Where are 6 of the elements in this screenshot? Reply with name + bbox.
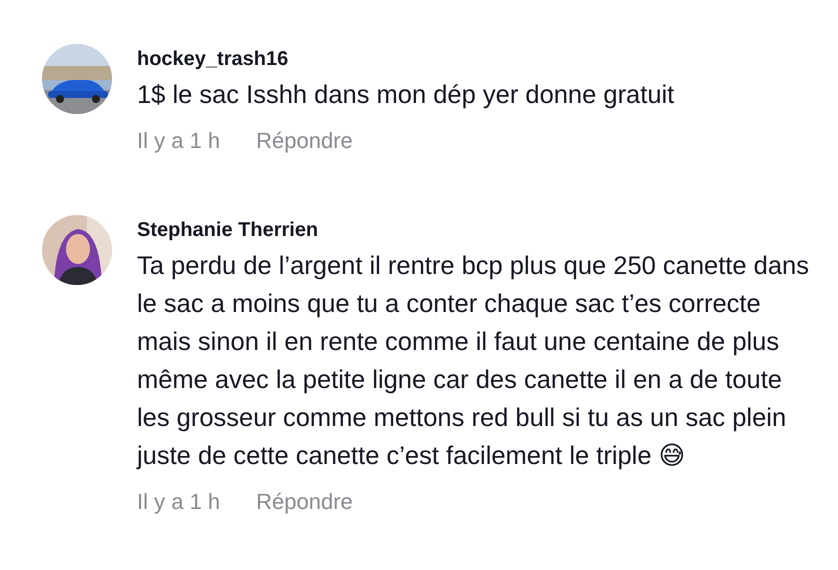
timestamp: Il y a 1 h	[137, 488, 220, 516]
comment-text: 1$ le sac Isshh dans mon dép yer donne gratuit	[137, 80, 674, 111]
username[interactable]: Stephanie Therrien	[137, 217, 818, 243]
comment-text: Ta perdu de l’argent il rentre bcp plus que 250 canette dans le sac a moins que tu a conter chaque sac t’es correcte mais sinon il en rente comme il faut une centaine de plus même avec la petite ligne car des canette il en a de toute les grosseur comme mettons red bull si tu as un sac plein juste de cette canette c’est facilement le triple 😅	[137, 251, 810, 472]
timestamp: Il y a 1 h	[137, 127, 220, 155]
username[interactable]: hockey_trash16	[137, 46, 674, 72]
